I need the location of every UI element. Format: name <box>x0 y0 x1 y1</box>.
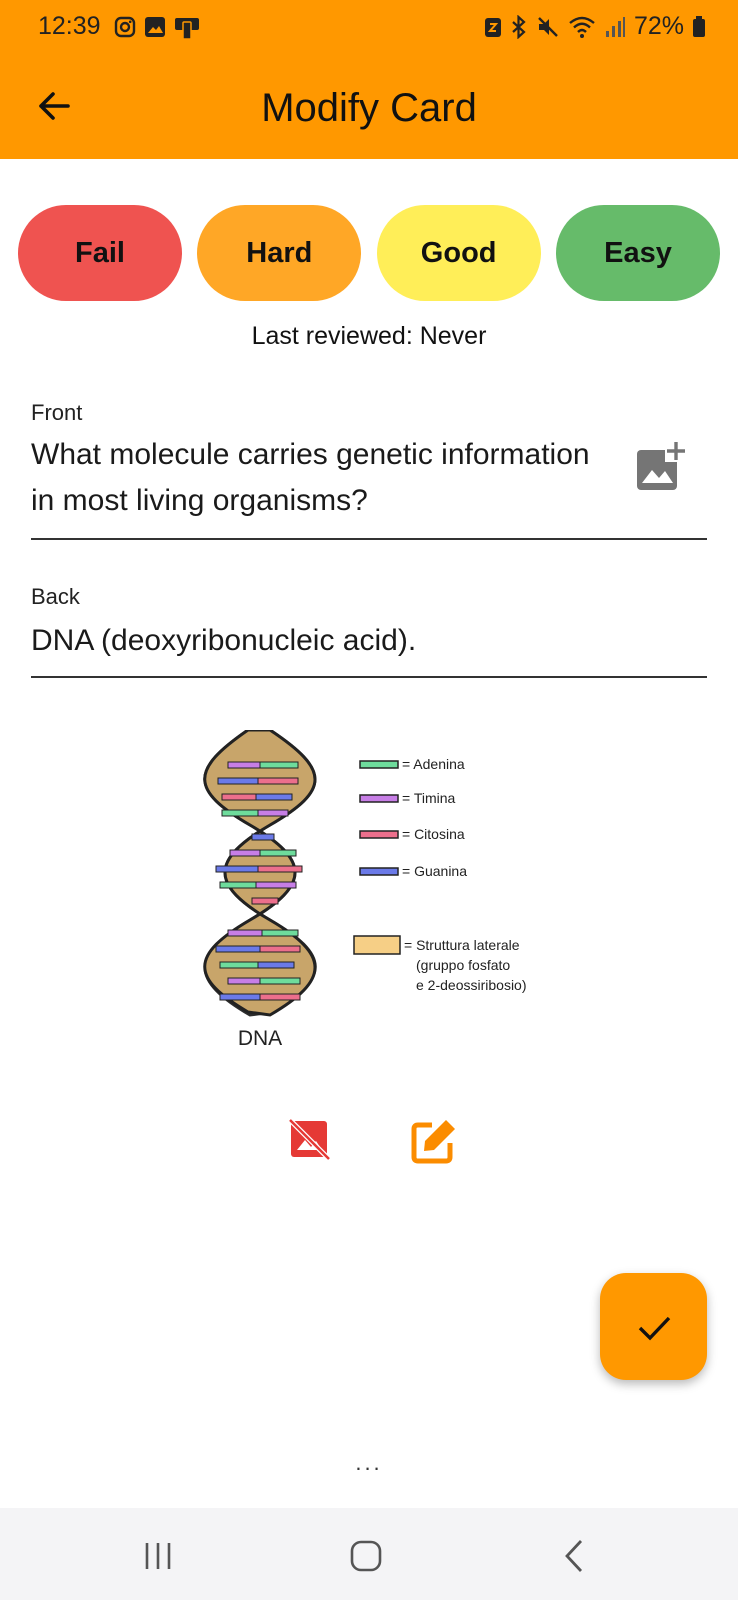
legend-label-citosina: = Citosina <box>402 826 465 842</box>
home-icon <box>350 1540 382 1572</box>
front-label: Front <box>31 400 83 425</box>
image-actions <box>0 1117 738 1165</box>
check-icon <box>638 1316 670 1340</box>
nav-home-button[interactable] <box>336 1536 396 1576</box>
legend-swatch-guanina <box>359 867 399 876</box>
back-icon <box>565 1540 583 1572</box>
front-input[interactable]: What molecule carries genetic informatio… <box>31 432 621 524</box>
back-field[interactable]: Back DNA (deoxyribonucleic acid). <box>31 584 707 678</box>
more-indicator: ... <box>355 1450 383 1475</box>
legend-label-backbone-3: e 2-deossiribosio) <box>416 977 527 993</box>
system-nav-bar <box>0 1508 738 1600</box>
back-label: Back <box>31 584 80 609</box>
legend: = Adenina = Timina = Citosina = Guanina … <box>353 756 527 993</box>
dna-caption: DNA <box>238 1027 282 1050</box>
gallery-icon <box>145 17 165 37</box>
hard-button[interactable]: Hard <box>197 205 362 301</box>
good-button[interactable]: Good <box>376 205 541 301</box>
nav-back-button[interactable] <box>544 1536 604 1576</box>
wifi-icon <box>569 16 595 38</box>
mute-icon <box>538 16 558 37</box>
fail-button[interactable]: Fail <box>18 205 182 301</box>
last-reviewed-text: Last reviewed: Never <box>251 322 487 350</box>
battery-percentage: 72% <box>633 12 684 40</box>
legend-label-adenina: = Adenina <box>402 756 465 772</box>
bluetooth-icon <box>512 14 526 39</box>
front-field[interactable]: Front What molecule carries genetic info… <box>31 400 707 540</box>
save-fab-button[interactable] <box>600 1273 707 1380</box>
battery-icon <box>693 15 705 37</box>
add-photo-icon[interactable] <box>635 438 689 492</box>
legend-label-backbone-2: (gruppo fosfato <box>416 957 510 973</box>
dna-image: DNA = Adenina = Timina = Citosina = Guan… <box>203 730 527 1050</box>
easy-button[interactable]: Easy <box>555 205 720 301</box>
nfc-icon <box>484 17 501 37</box>
legend-swatch-backbone <box>353 935 401 955</box>
rating-buttons: Fail Hard Good Easy <box>18 205 720 301</box>
page-title: Modify Card <box>261 86 477 130</box>
recents-icon <box>145 1543 171 1569</box>
app-bar: Modify Card <box>0 56 738 159</box>
dna-helix <box>203 730 317 1017</box>
status-time: 12:39 <box>38 12 101 40</box>
nav-recents-button[interactable] <box>128 1536 188 1576</box>
legend-swatch-adenina <box>359 760 399 769</box>
edit-icon[interactable] <box>410 1117 458 1165</box>
hide-image-icon[interactable] <box>287 1117 331 1161</box>
legend-label-guanina: = Guanina <box>402 863 467 879</box>
legend-label-backbone-1: = Struttura laterale <box>404 937 520 953</box>
legend-swatch-timina <box>359 794 399 803</box>
instagram-icon <box>114 16 136 38</box>
status-bar: 12:39 72% <box>0 0 738 56</box>
legend-swatch-citosina <box>359 830 399 839</box>
signal-icon <box>605 16 625 37</box>
back-input[interactable]: DNA (deoxyribonucleic acid). <box>31 618 416 664</box>
device-icon <box>175 18 199 40</box>
legend-label-timina: = Timina <box>402 790 456 806</box>
